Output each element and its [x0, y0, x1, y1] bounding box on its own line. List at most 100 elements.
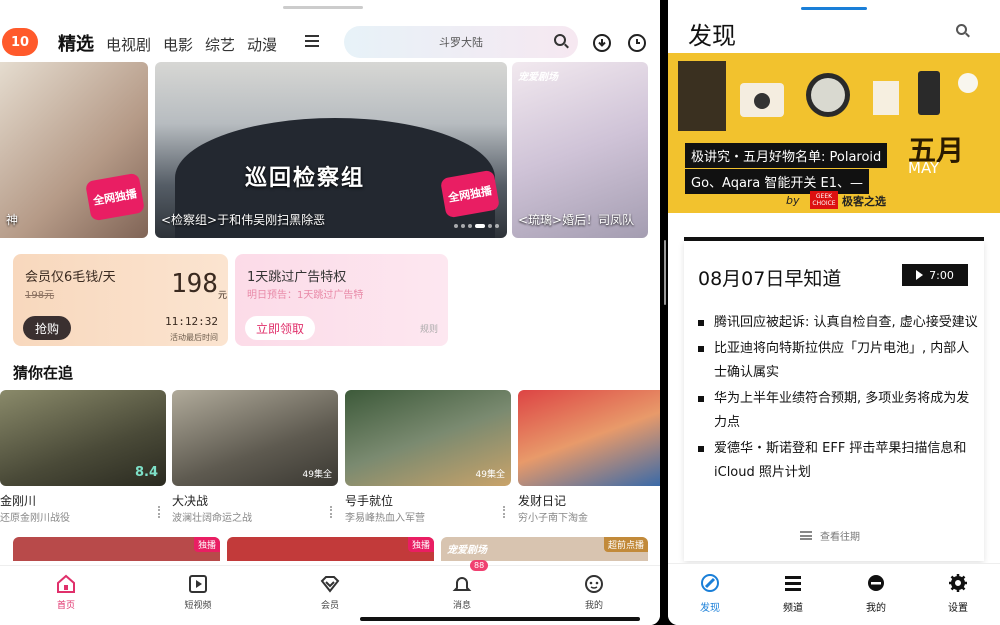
rating-score: 8.4 [134, 465, 158, 480]
carousel-dots [454, 224, 499, 228]
episode-count: 49集全 [302, 470, 332, 480]
rules-link[interactable]: 规则 [420, 322, 438, 335]
nav-label: 首页 [56, 601, 75, 611]
show-title[interactable]: 发财日记 [518, 492, 566, 509]
more-options-icon[interactable] [158, 506, 160, 518]
audio-duration: 7:00 [929, 268, 954, 282]
history-clock-icon[interactable] [628, 34, 646, 52]
scrollbar[interactable] [664, 240, 666, 305]
video-icon [189, 575, 207, 593]
banner-caption: <琉璃>婚后！司凤队 [518, 213, 635, 227]
vip-promo-card[interactable]: 会员仅6毛钱/天 198元 198 元 抢购 11:12:32 活动最后时间 [13, 254, 228, 346]
news-app-window: 发现 极讲究・五月好物名单: Polaroid Go、Aqara 智能开关 E1… [668, 0, 1000, 625]
briefing-title: 08月07日早知道 [698, 268, 842, 290]
early-access-badge: 超前点播 [603, 537, 648, 552]
tab-featured[interactable]: 精选 [58, 30, 94, 56]
news-item[interactable]: 华为上半年业绩符合预期, 多项业务将成为发力点 [698, 387, 978, 435]
show-description: 还原金刚川战役 [0, 513, 70, 524]
show-thumbnail[interactable]: 宠爱剧场 超前点播 [441, 537, 648, 561]
search-icon[interactable] [554, 34, 566, 46]
news-item[interactable]: 比亚迪将向特斯拉供应「刀片电池」, 内部人士确认属实 [698, 337, 978, 385]
banner-caption: <检察组>于和伟吴刚扫黑除恶 [161, 213, 326, 227]
nav-label: 我的 [584, 601, 603, 611]
buy-button[interactable]: 抢购 [23, 316, 71, 340]
nav-label: 频道 [783, 603, 803, 614]
more-options-icon[interactable] [330, 506, 332, 518]
banner-card-featured[interactable]: 巡回检察组 全网独播 <检察组>于和伟吴刚扫黑除恶 [155, 62, 507, 238]
bell-icon [452, 577, 472, 591]
exclusive-badge: 独播 [407, 537, 434, 552]
nav-me[interactable]: 我的 [564, 574, 624, 611]
banner-caption-line1: 极讲究・五月好物名单: Polaroid [685, 143, 888, 168]
discover-icon [701, 574, 719, 592]
banner-by: by [786, 194, 800, 207]
search-icon[interactable] [956, 24, 967, 35]
nav-messages[interactable]: 消息 [432, 574, 492, 611]
search-bar[interactable]: 斗罗大陆 [344, 26, 578, 58]
show-title[interactable]: 金刚川 [0, 492, 36, 509]
play-audio-button[interactable]: 7:00 [902, 264, 968, 286]
show-thumbnail[interactable]: 8.4 [0, 390, 166, 486]
show-title[interactable]: 号手就位 [345, 492, 393, 509]
vip-original-price: 198元 [25, 290, 55, 301]
list-icon [800, 531, 812, 540]
ad-skip-subtitle: 明日预告：1天跳过广告特 [247, 290, 364, 301]
nav-home[interactable]: 首页 [36, 574, 96, 611]
nav-short-video[interactable]: 短视频 [168, 574, 228, 611]
feature-banner[interactable]: 极讲究・五月好物名单: Polaroid Go、Aqara 智能开关 E1、— … [668, 53, 1000, 213]
play-icon [916, 270, 924, 280]
news-item[interactable]: 腾讯回应被起诉: 认真自检自查, 虚心接受建议 [698, 311, 978, 335]
app-logo[interactable]: 10 [2, 28, 38, 56]
card-top-rule [684, 237, 984, 241]
banner-product-image [678, 61, 978, 131]
menu-icon[interactable] [305, 35, 319, 47]
download-icon[interactable] [593, 34, 611, 52]
news-item[interactable]: 爱德华・斯诺登和 EFF 抨击苹果扫描信息和 iCloud 照片计划 [698, 437, 978, 485]
nav-discover[interactable]: 发现 [680, 574, 740, 614]
show-description: 李易峰热血入军营 [345, 513, 425, 524]
episode-count: 49集全 [475, 470, 505, 480]
show-thumbnail[interactable]: 独播 [13, 537, 220, 561]
claim-button[interactable]: 立即领取 [245, 316, 315, 340]
tab-variety[interactable]: 综艺 [205, 34, 235, 55]
bottom-nav: 发现 频道 我的 设置 [668, 563, 1000, 625]
vip-price: 198 [171, 269, 218, 299]
banner-tag: 宠爱剧场 [518, 72, 558, 83]
nav-me[interactable]: 我的 [846, 574, 906, 614]
nav-label: 短视频 [184, 601, 212, 611]
more-options-icon[interactable] [503, 506, 505, 518]
banner-caption: 神 [6, 213, 19, 227]
nav-vip[interactable]: 会员 [300, 574, 360, 611]
settings-gear-icon [949, 574, 967, 592]
show-title[interactable]: 大决战 [172, 492, 208, 509]
nav-settings[interactable]: 设置 [928, 574, 988, 614]
tab-movies[interactable]: 电影 [163, 34, 193, 55]
show-thumbnail[interactable] [518, 390, 660, 486]
news-list: 腾讯回应被起诉: 认真自检自查, 虚心接受建议 比亚迪将向特斯拉供应「刀片电池」… [698, 311, 978, 487]
nav-channels[interactable]: 频道 [763, 574, 823, 614]
tab-anime[interactable]: 动漫 [247, 34, 277, 55]
banner-caption-line2: Go、Aqara 智能开关 E1、— [685, 169, 869, 194]
view-past-link[interactable]: 查看往期 [800, 528, 860, 543]
window-drag-handle[interactable] [801, 7, 867, 10]
show-thumbnail[interactable]: 独播 [227, 537, 434, 561]
theater-tag: 宠爱剧场 [447, 545, 487, 556]
home-icon [57, 574, 75, 593]
home-indicator[interactable] [360, 617, 640, 621]
channels-icon [785, 576, 801, 591]
tab-tv-series[interactable]: 电视剧 [106, 34, 151, 55]
nav-label: 会员 [320, 601, 339, 611]
search-placeholder: 斗罗大陆 [439, 36, 483, 49]
vip-promo-title: 会员仅6毛钱/天 [25, 270, 116, 285]
ad-skip-promo-card[interactable]: 1天跳过广告特权 明日预告：1天跳过广告特 立即领取 规则 [235, 254, 448, 346]
show-thumbnail[interactable]: 49集全 [345, 390, 511, 486]
window-drag-handle[interactable] [283, 6, 363, 9]
vip-price-unit: 元 [218, 291, 228, 301]
top-nav: 10 精选 电视剧 电影 综艺 动漫 斗罗大陆 [0, 22, 660, 64]
video-app-window: 10 精选 电视剧 电影 综艺 动漫 斗罗大陆 神 全网独播 巡回检察组 全网独… [0, 0, 660, 625]
notification-badge: 88 [470, 560, 489, 571]
page-title: 发现 [688, 22, 736, 50]
show-thumbnail[interactable]: 49集全 [172, 390, 338, 486]
banner-card[interactable]: 宠爱剧场 <琉璃>婚后！司凤队 [512, 62, 648, 238]
brand-name: 极客之选 [842, 195, 886, 208]
